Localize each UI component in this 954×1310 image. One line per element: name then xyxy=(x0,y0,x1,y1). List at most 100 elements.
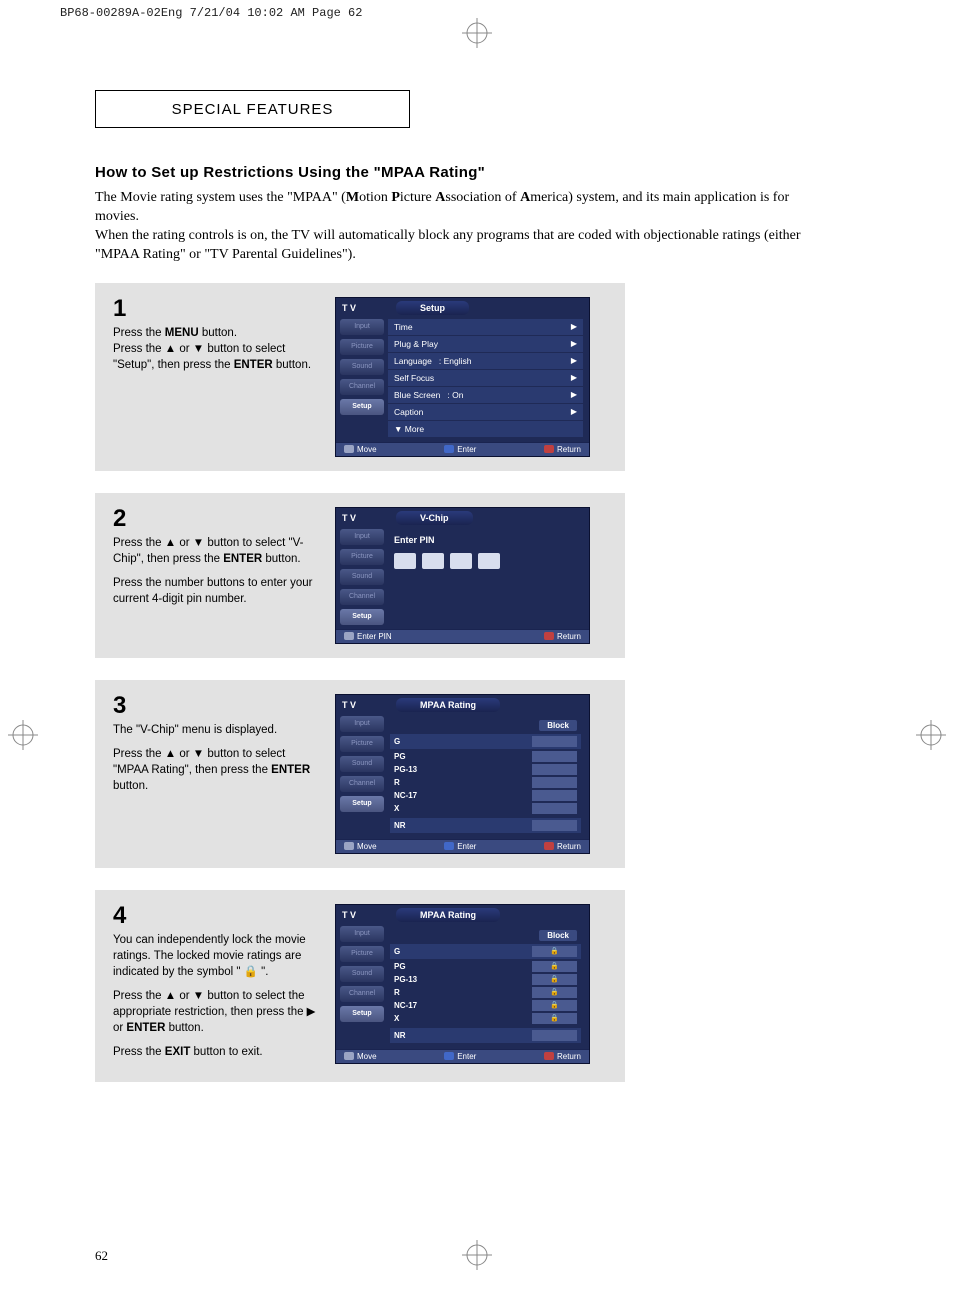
return-icon xyxy=(544,1052,554,1060)
step-1-text: Press the MENU button.Press the ▲ or ▼ b… xyxy=(113,325,323,373)
updown-icon xyxy=(344,842,354,850)
step-4: 4 You can independently lock the movie r… xyxy=(95,890,625,1083)
step-number: 1 xyxy=(113,297,323,321)
setup-row[interactable]: ▼ More xyxy=(388,421,583,437)
enter-icon xyxy=(444,1052,454,1060)
tv-label: T V xyxy=(342,700,356,710)
rating-cell[interactable] xyxy=(532,820,577,831)
rating-row[interactable]: NC-17🔒 xyxy=(390,999,581,1012)
updown-icon xyxy=(344,445,354,453)
sidebar-item-input[interactable]: Input xyxy=(340,529,384,545)
footer-move: Move xyxy=(344,1052,377,1061)
intro-paragraph: The Movie rating system uses the "MPAA" … xyxy=(95,189,835,265)
pin-row xyxy=(388,545,583,577)
footer-enter: Enter xyxy=(444,1052,476,1061)
footer-return: Return xyxy=(544,842,581,851)
tv-sidebar: Input Picture Sound Channel Setup xyxy=(336,315,388,442)
sidebar-item-channel[interactable]: Channel xyxy=(340,986,384,1002)
sidebar-item-setup[interactable]: Setup xyxy=(340,609,384,625)
tv-sidebar: Input Picture Sound Channel Setup xyxy=(336,922,388,1049)
footer-enter: Enter xyxy=(444,445,476,454)
sidebar-item-setup[interactable]: Setup xyxy=(340,1006,384,1022)
rating-cell[interactable] xyxy=(532,1030,577,1041)
enter-icon xyxy=(444,445,454,453)
rating-row[interactable]: PG xyxy=(390,750,581,763)
sidebar-item-channel[interactable]: Channel xyxy=(340,589,384,605)
tv-label: T V xyxy=(342,910,356,920)
tv-ui-mpaa: T V MPAA Rating InputPictureSoundChannel… xyxy=(335,694,590,854)
tv-sidebar: Input Picture Sound Channel Setup xyxy=(336,712,388,839)
step-number: 3 xyxy=(113,694,323,718)
numpad-icon xyxy=(344,632,354,640)
sidebar-item-channel[interactable]: Channel xyxy=(340,776,384,792)
pin-box[interactable] xyxy=(450,553,472,569)
sidebar-item-channel[interactable]: Channel xyxy=(340,379,384,395)
section-title-box: SPECIAL FEATURES xyxy=(95,90,410,128)
enter-icon xyxy=(444,842,454,850)
step-4-text: You can independently lock the movie rat… xyxy=(113,932,323,1061)
rating-nr: NR xyxy=(394,821,434,830)
footer-enterpin: Enter PIN xyxy=(344,632,392,641)
step-2-text: Press the ▲ or ▼ button to select "V-Chi… xyxy=(113,535,323,607)
rating-row[interactable]: X🔒 xyxy=(390,1012,581,1025)
step-1: 1 Press the MENU button.Press the ▲ or ▼… xyxy=(95,283,625,471)
rating-row[interactable]: PG-13 xyxy=(390,763,581,776)
tv-title: MPAA Rating xyxy=(396,908,500,922)
pin-box[interactable] xyxy=(422,553,444,569)
rating-row[interactable]: PG🔒 xyxy=(390,960,581,973)
rating-row[interactable]: X xyxy=(390,802,581,815)
sidebar-item-sound[interactable]: Sound xyxy=(340,359,384,375)
step-3-text: The "V-Chip" menu is displayed. Press th… xyxy=(113,722,323,794)
tv-main-panel: Time▶Plug & Play▶Language : English▶Self… xyxy=(388,315,589,442)
sidebar-item-picture[interactable]: Picture xyxy=(340,339,384,355)
sidebar-item-sound[interactable]: Sound xyxy=(340,569,384,585)
rating-row[interactable]: R xyxy=(390,776,581,789)
rating-nr: NR xyxy=(394,1031,434,1040)
rating-row[interactable]: PG-13🔒 xyxy=(390,973,581,986)
tv-ui-mpaa-locked: T V MPAA Rating Input Picture Sound Channel… xyxy=(335,904,590,1064)
sidebar-item-picture[interactable]: Picture xyxy=(340,946,384,962)
tv-ui-setup: T V Setup InputPictureSoundChannelSetup … xyxy=(335,297,590,457)
tv-title: V-Chip xyxy=(396,511,473,525)
tv-main-panel: Block GPGPG-13RNC-17X NR xyxy=(388,712,589,839)
rating-row[interactable]: G xyxy=(390,734,581,749)
sidebar-item-sound[interactable]: Sound xyxy=(340,966,384,982)
return-icon xyxy=(544,445,554,453)
footer-enter: Enter xyxy=(444,842,476,851)
updown-icon xyxy=(344,1052,354,1060)
sidebar-item-input[interactable]: Input xyxy=(340,716,384,732)
tv-main-panel: Enter PIN xyxy=(388,525,589,629)
steps-container: 1 Press the MENU button.Press the ▲ or ▼… xyxy=(95,283,625,1083)
sidebar-item-picture[interactable]: Picture xyxy=(340,549,384,565)
step-number: 4 xyxy=(113,904,323,928)
setup-row[interactable]: Plug & Play▶ xyxy=(388,336,583,352)
return-icon xyxy=(544,632,554,640)
tv-label: T V xyxy=(342,303,356,313)
tv-sidebar: Input Picture Sound Channel Setup xyxy=(336,525,388,629)
footer-return: Return xyxy=(544,445,581,454)
block-header: Block xyxy=(539,930,577,941)
setup-row[interactable]: Language : English▶ xyxy=(388,353,583,369)
footer-move: Move xyxy=(344,445,377,454)
sidebar-item-input[interactable]: Input xyxy=(340,319,384,335)
pin-box[interactable] xyxy=(478,553,500,569)
setup-row[interactable]: Blue Screen : On▶ xyxy=(388,387,583,403)
tv-main-panel: Block G🔒PG🔒PG-13🔒R🔒NC-17🔒X🔒 NR xyxy=(388,922,589,1049)
rating-row[interactable]: R🔒 xyxy=(390,986,581,999)
page-number: 62 xyxy=(95,1248,108,1264)
sidebar-item-setup[interactable]: Setup xyxy=(340,399,384,415)
sidebar-item-sound[interactable]: Sound xyxy=(340,756,384,772)
rating-row[interactable]: G🔒 xyxy=(390,944,581,959)
page-content: SPECIAL FEATURES How to Set up Restricti… xyxy=(0,0,954,1310)
setup-row[interactable]: Caption▶ xyxy=(388,404,583,420)
tv-label: T V xyxy=(342,513,356,523)
block-header: Block xyxy=(539,720,577,731)
sidebar-item-setup[interactable]: Setup xyxy=(340,796,384,812)
setup-row[interactable]: Time▶ xyxy=(388,319,583,335)
rating-row[interactable]: NC-17 xyxy=(390,789,581,802)
sidebar-item-picture[interactable]: Picture xyxy=(340,736,384,752)
setup-row[interactable]: Self Focus▶ xyxy=(388,370,583,386)
sidebar-item-input[interactable]: Input xyxy=(340,926,384,942)
step-3: 3 The "V-Chip" menu is displayed. Press … xyxy=(95,680,625,868)
pin-box[interactable] xyxy=(394,553,416,569)
